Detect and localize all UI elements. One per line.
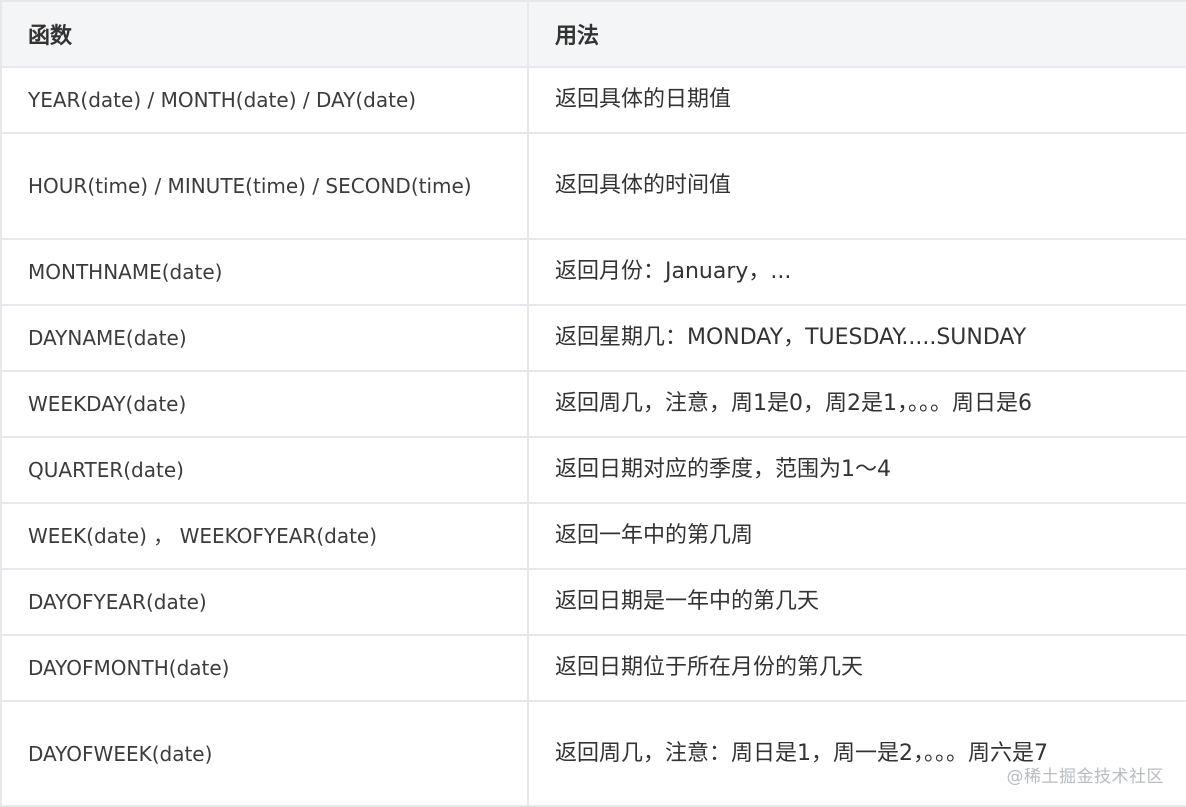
usage-cell: 返回具体的日期值 <box>527 66 1186 134</box>
function-cell: DAYOFMONTH(date) <box>0 634 529 702</box>
usage-cell: 返回周几，注意：周日是1，周一是2，。。。周六是7 <box>527 700 1186 807</box>
table-row: DAYOFMONTH(date) 返回日期位于所在月份的第几天 <box>0 634 1186 702</box>
usage-cell: 返回日期对应的季度，范围为1～4 <box>527 436 1186 504</box>
usage-cell: 返回一年中的第几周 <box>527 502 1186 570</box>
function-cell: WEEKDAY(date) <box>0 370 529 438</box>
watermark: @稀土掘金技术社区 <box>1006 767 1164 787</box>
table-row: DAYNAME(date) 返回星期几：MONDAY，TUESDAY.....S… <box>0 304 1186 372</box>
usage-cell: 返回月份：January，... <box>527 238 1186 306</box>
function-cell: DAYOFYEAR(date) <box>0 568 529 636</box>
function-table: 函数 用法 YEAR(date) / MONTH(date) / DAY(dat… <box>0 0 1186 807</box>
header-function: 函数 <box>0 0 529 68</box>
header-usage: 用法 <box>527 0 1186 68</box>
function-cell: DAYOFWEEK(date) <box>0 700 529 807</box>
table-row: DAYOFYEAR(date) 返回日期是一年中的第几天 <box>0 568 1186 636</box>
function-cell: QUARTER(date) <box>0 436 529 504</box>
usage-cell: 返回具体的时间值 <box>527 132 1186 240</box>
function-cell: DAYNAME(date) <box>0 304 529 372</box>
table-row: DAYOFWEEK(date) 返回周几，注意：周日是1，周一是2，。。。周六是… <box>0 700 1186 807</box>
table-row: WEEKDAY(date) 返回周几，注意，周1是0，周2是1，。。。周日是6 <box>0 370 1186 438</box>
table-row: WEEK(date) ， WEEKOFYEAR(date) 返回一年中的第几周 <box>0 502 1186 570</box>
usage-cell: 返回星期几：MONDAY，TUESDAY.....SUNDAY <box>527 304 1186 372</box>
function-cell: MONTHNAME(date) <box>0 238 529 306</box>
function-cell: YEAR(date) / MONTH(date) / DAY(date) <box>0 66 529 134</box>
table-row: HOUR(time) / MINUTE(time) / SECOND(time)… <box>0 132 1186 240</box>
table-row: MONTHNAME(date) 返回月份：January，... <box>0 238 1186 306</box>
function-cell: HOUR(time) / MINUTE(time) / SECOND(time) <box>0 132 529 240</box>
table-header-row: 函数 用法 <box>0 0 1186 68</box>
usage-cell: 返回日期是一年中的第几天 <box>527 568 1186 636</box>
table-row: QUARTER(date) 返回日期对应的季度，范围为1～4 <box>0 436 1186 504</box>
table-row: YEAR(date) / MONTH(date) / DAY(date) 返回具… <box>0 66 1186 134</box>
usage-cell: 返回日期位于所在月份的第几天 <box>527 634 1186 702</box>
usage-cell: 返回周几，注意，周1是0，周2是1，。。。周日是6 <box>527 370 1186 438</box>
function-cell: WEEK(date) ， WEEKOFYEAR(date) <box>0 502 529 570</box>
